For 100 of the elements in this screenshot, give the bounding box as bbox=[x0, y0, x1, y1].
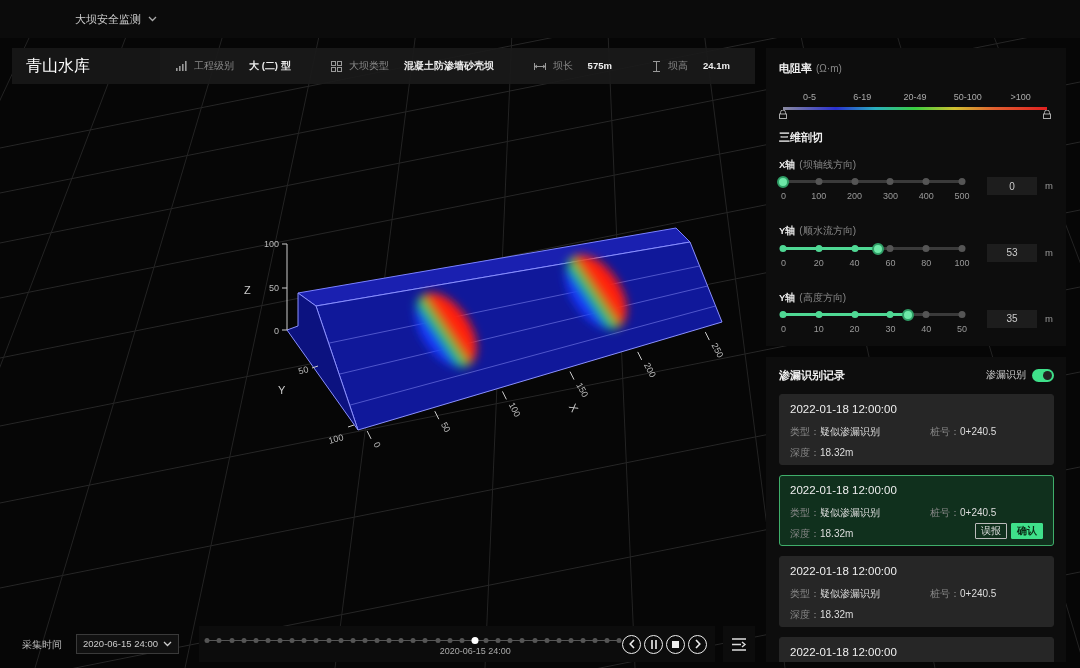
timeline-marker[interactable] bbox=[471, 637, 479, 644]
value-field[interactable]: 0 bbox=[987, 177, 1038, 196]
legend-label: 50-100 bbox=[952, 90, 983, 104]
field-value: 0+240.5 bbox=[960, 425, 997, 437]
slider-tick-mark bbox=[922, 310, 930, 318]
date-select[interactable]: 2020-06-15 24:00 bbox=[76, 634, 180, 654]
slider-tick-mark bbox=[815, 310, 823, 318]
slider-thumb[interactable] bbox=[777, 176, 789, 189]
slider-tick-mark bbox=[779, 310, 787, 318]
field-label: 类型： bbox=[790, 425, 820, 437]
legend-label: 20-49 bbox=[902, 90, 928, 104]
lock-icon[interactable] bbox=[1043, 109, 1051, 119]
signal-bars-icon bbox=[176, 61, 187, 71]
lock-icon[interactable] bbox=[779, 109, 787, 119]
field-label: 类型： bbox=[790, 506, 820, 518]
field-label: 深度： bbox=[790, 446, 820, 458]
tick-label: 250 bbox=[709, 341, 726, 360]
slider-tick-mark bbox=[886, 178, 894, 186]
stat-value: 大 (二) 型 bbox=[249, 58, 291, 73]
section-title: 渗漏识别记录 bbox=[779, 368, 845, 383]
unit-label: m bbox=[1045, 179, 1053, 194]
field-value: 18.32m bbox=[820, 446, 854, 458]
field-value: 0+240.5 bbox=[960, 587, 997, 599]
value-field[interactable]: 35 bbox=[987, 309, 1038, 328]
field-value: 疑似渗漏识别 bbox=[820, 425, 880, 437]
timeline-track[interactable] bbox=[207, 640, 620, 641]
record-card[interactable]: 2022-01-18 12:00:00 bbox=[779, 636, 1054, 662]
field-label: 类型： bbox=[790, 587, 820, 599]
section-title: 三维剖切 bbox=[779, 129, 824, 145]
tick-label: 100 bbox=[263, 239, 279, 249]
field-value: 0+240.5 bbox=[960, 506, 997, 518]
tick-label: 50 bbox=[269, 283, 279, 293]
grid-icon bbox=[330, 60, 342, 72]
slider-thumb[interactable] bbox=[902, 308, 915, 321]
record-card[interactable]: 2022-01-18 12:00:00 类型：疑似渗漏识别 桩号：0+240.5 深度：18.32m 误报 确认 bbox=[779, 474, 1054, 546]
slider-tick-mark bbox=[779, 244, 787, 252]
slider-tick-mark bbox=[958, 244, 966, 252]
field-value: 18.32m bbox=[820, 527, 854, 539]
record-time: 2022-01-18 12:00:00 bbox=[790, 644, 898, 660]
height-icon bbox=[651, 60, 661, 72]
list-menu-button[interactable] bbox=[723, 626, 755, 662]
axis-name: X轴 bbox=[779, 158, 796, 172]
field-value: 疑似渗漏识别 bbox=[820, 587, 880, 599]
axis-label: X bbox=[566, 401, 581, 414]
tick-label: 200 bbox=[847, 190, 863, 204]
tick-label: 400 bbox=[918, 190, 934, 204]
record-time: 2022-01-18 12:00:00 bbox=[790, 401, 898, 417]
collapse-menu-icon bbox=[731, 637, 747, 651]
record-time: 2022-01-18 12:00:00 bbox=[790, 563, 898, 579]
chevron-down-icon[interactable] bbox=[148, 16, 157, 22]
unit-label: (Ω·m) bbox=[816, 63, 842, 74]
axis-label: Y bbox=[278, 384, 286, 396]
legend-label: >100 bbox=[1009, 90, 1032, 104]
tick-label: 50 bbox=[297, 364, 310, 377]
axis-name: Y轴 bbox=[779, 290, 796, 305]
field-label: 深度： bbox=[790, 608, 820, 620]
tick-label: 200 bbox=[641, 361, 658, 380]
record-time: 2022-01-18 12:00:00 bbox=[790, 482, 898, 498]
field-value: 18.32m bbox=[820, 608, 854, 620]
slider-tick-mark bbox=[851, 244, 859, 252]
field-label: 深度： bbox=[790, 527, 820, 539]
slider-tick-mark bbox=[815, 244, 823, 252]
record-card[interactable]: 2022-01-18 12:00:00 类型：疑似渗漏识别 桩号：0+240.5 深度：18.32m bbox=[779, 393, 1054, 465]
stat-label: 工程级别 bbox=[194, 58, 234, 73]
stat-value: 575m bbox=[587, 58, 612, 73]
tick-label: 100 bbox=[811, 190, 827, 204]
stop-icon bbox=[672, 640, 680, 648]
slider-tick-mark bbox=[886, 244, 894, 252]
current-time: 2020-06-15 24:00 bbox=[439, 645, 511, 658]
tick-label: 30 bbox=[885, 322, 896, 336]
tick-label: 300 bbox=[882, 190, 898, 204]
tick-label: 20 bbox=[813, 256, 824, 270]
legend-label: 6-19 bbox=[852, 90, 873, 104]
chevron-right-icon bbox=[694, 639, 701, 649]
unit-label: m bbox=[1045, 311, 1053, 326]
tick-label: 40 bbox=[921, 322, 932, 336]
value-field[interactable]: 53 bbox=[987, 243, 1038, 262]
axis-hint: (坝轴线方向) bbox=[799, 158, 856, 172]
tick-label: 0 bbox=[781, 190, 786, 204]
slider-thumb[interactable] bbox=[871, 242, 884, 255]
pause-icon bbox=[650, 639, 657, 649]
stat-value: 24.1m bbox=[702, 58, 730, 73]
slider-tick-mark bbox=[886, 310, 894, 318]
stat-label: 坝长 bbox=[552, 58, 573, 73]
stat-value: 混凝土防渗墙砂壳坝 bbox=[403, 58, 494, 73]
tick-label: 80 bbox=[921, 256, 932, 270]
stat-label: 大坝类型 bbox=[348, 58, 389, 73]
report-button[interactable]: 误报 bbox=[975, 523, 1007, 540]
record-card[interactable]: 2022-01-18 12:00:00 类型：疑似渗漏识别 桩号：0+240.5 深度：18.32m bbox=[779, 555, 1054, 627]
tick-label: 10 bbox=[813, 322, 824, 336]
stat-label: 坝高 bbox=[667, 58, 688, 73]
tick-label: 100 bbox=[327, 432, 345, 446]
tick-label: 50 bbox=[439, 420, 453, 434]
axis-hint: (顺水流方向) bbox=[799, 224, 856, 239]
chevron-left-icon bbox=[628, 639, 635, 649]
field-label: 桩号： bbox=[930, 425, 960, 437]
confirm-button[interactable]: 确认 bbox=[1011, 523, 1043, 540]
slider-tick-mark bbox=[815, 178, 823, 186]
toggle-switch[interactable] bbox=[1032, 368, 1054, 382]
unit-label: m bbox=[1045, 245, 1053, 260]
